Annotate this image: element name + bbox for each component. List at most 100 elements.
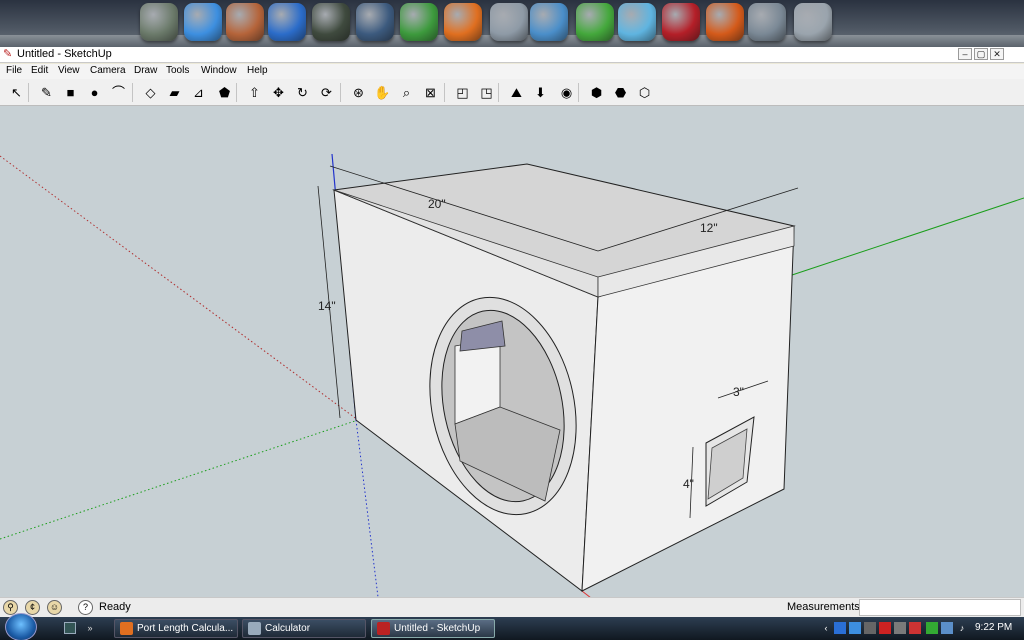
arc-tool-icon[interactable]: ⌒ [108,82,129,103]
help-icon[interactable]: ? [78,600,93,615]
port-width-dimension-label: 3" [733,385,744,399]
place-model-icon[interactable]: ⬇ [530,82,551,103]
toolbar-separator [28,83,29,102]
google-earth-view-icon[interactable]: ⛰ [506,82,527,103]
port-height-dimension-label: 4" [683,477,694,491]
itunes-icon[interactable] [748,3,786,41]
tray-network-status-icon[interactable] [941,622,953,634]
status-text: Ready [99,601,131,613]
sketchup-icon [377,622,390,635]
offset-tool-icon[interactable]: ⟳ [316,82,337,103]
toolbar-separator [498,83,499,102]
google-earth-icon[interactable] [268,3,306,41]
taskbar-button-label: Untitled - SketchUp [394,623,481,634]
trash-icon[interactable] [794,3,832,41]
measurements-input[interactable] [859,599,1021,616]
taskbar-button-port-length[interactable]: Port Length Calcula... [114,619,238,638]
toolbar-separator [578,83,579,102]
select-tool-icon[interactable]: ↖ [6,82,27,103]
calculator-icon [248,622,261,635]
zoom-tool-icon[interactable]: ⌕ [396,82,417,103]
measurements-label: Measurements [787,601,860,613]
tray-device-icon[interactable] [894,622,906,634]
system-clock: 9:22 PM [975,622,1013,633]
get-models-icon[interactable]: ◉ [556,82,577,103]
menu-file[interactable]: File [6,65,22,76]
previous-view-icon[interactable]: ◰ [452,82,473,103]
menu-window[interactable]: Window [201,65,237,76]
firefox-icon [120,622,133,635]
toolbar-separator [236,83,237,102]
circle-tool-icon[interactable]: ● [84,82,105,103]
next-view-icon[interactable]: ◳ [476,82,497,103]
menu-camera[interactable]: Camera [90,65,126,76]
recycle-bin-dock-icon[interactable] [140,3,178,41]
green-axis-negative [0,419,359,540]
winamp-icon[interactable] [618,3,656,41]
application-dock [0,0,1024,47]
menu-tools[interactable]: Tools [166,65,189,76]
taskbar-button-sketchup[interactable]: Untitled - SketchUp [371,619,495,638]
blue-axis-negative [355,419,379,597]
taskbar-button-label: Calculator [265,623,311,634]
maximize-button[interactable]: ▢ [974,48,988,60]
tray-network-icon[interactable] [834,622,846,634]
chrome-icon[interactable] [490,3,528,41]
push-pull-icon[interactable]: ⇧ [244,82,265,103]
pan-tool-icon[interactable]: ✋ [372,82,393,103]
taskbar-button-calculator[interactable]: Calculator [242,619,366,638]
window-title: Untitled - SketchUp [17,48,112,60]
orbit-tool-icon[interactable]: ⊛ [348,82,369,103]
toolbar-separator [340,83,341,102]
menu-view[interactable]: View [58,65,80,76]
toolbar-separator [132,83,133,102]
desktop-screen: ✎ Untitled - SketchUp – ▢ ✕ File Edit Vi… [0,0,1024,640]
show-desktop-icon[interactable] [64,622,76,634]
tray-expand-icon[interactable]: ‹ [820,622,832,634]
tray-utorrent-icon[interactable] [926,622,938,634]
minimize-button[interactable]: – [958,48,972,60]
sketchup-window: ✎ Untitled - SketchUp – ▢ ✕ File Edit Vi… [0,47,1024,617]
paint-bucket-icon[interactable]: ⬟ [214,82,235,103]
menu-bar: File Edit View Camera Draw Tools Window … [0,64,1024,79]
rotate-tool-icon[interactable]: ↻ [292,82,313,103]
eraser-tool-icon[interactable]: ▰ [164,82,185,103]
autocad-icon[interactable] [662,3,700,41]
firefox-icon[interactable] [444,3,482,41]
modeling-viewport[interactable]: 20" 12" 14" 3" 4" [0,106,1024,597]
credits-icon[interactable]: ¢ [25,600,40,615]
close-button[interactable]: ✕ [990,48,1004,60]
menu-help[interactable]: Help [247,65,268,76]
wizard-icon[interactable] [356,3,394,41]
utorrent-icon[interactable] [576,3,614,41]
quick-launch-chevron-icon[interactable]: » [84,622,96,634]
move-tool-icon[interactable]: ✥ [268,82,289,103]
rectangle-tool-icon[interactable]: ■ [60,82,81,103]
menu-edit[interactable]: Edit [31,65,48,76]
tray-volume-icon[interactable]: ♪ [956,622,968,634]
tray-app-icon[interactable] [864,622,876,634]
tray-security-icon[interactable] [879,622,891,634]
user-icon[interactable]: ☺ [47,600,62,615]
depth-dimension-label: 12" [700,221,718,235]
paint-brush-icon[interactable] [226,3,264,41]
share-model-icon[interactable]: ⬢ [586,82,607,103]
tray-dropbox-icon[interactable] [849,622,861,634]
spider-icon[interactable] [312,3,350,41]
zoom-extents-icon[interactable]: ⊠ [420,82,441,103]
menu-draw[interactable]: Draw [134,65,157,76]
tray-alert-icon[interactable] [909,622,921,634]
height-dimension-label: 14" [318,299,336,313]
components-icon[interactable]: ⬡ [634,82,655,103]
matlab-icon[interactable] [706,3,744,41]
start-button[interactable] [5,613,37,640]
dropbox-icon[interactable] [184,3,222,41]
audio-wave-icon[interactable] [530,3,568,41]
tape-measure-icon[interactable]: ⊿ [188,82,209,103]
green-axis-positive [785,197,1024,278]
make-component-icon[interactable]: ◇ [140,82,161,103]
model-canvas: 20" 12" 14" 3" 4" [0,153,1024,597]
pencil-tool-icon[interactable]: ✎ [36,82,57,103]
folder-icon[interactable] [400,3,438,41]
share-component-icon[interactable]: ⬣ [610,82,631,103]
